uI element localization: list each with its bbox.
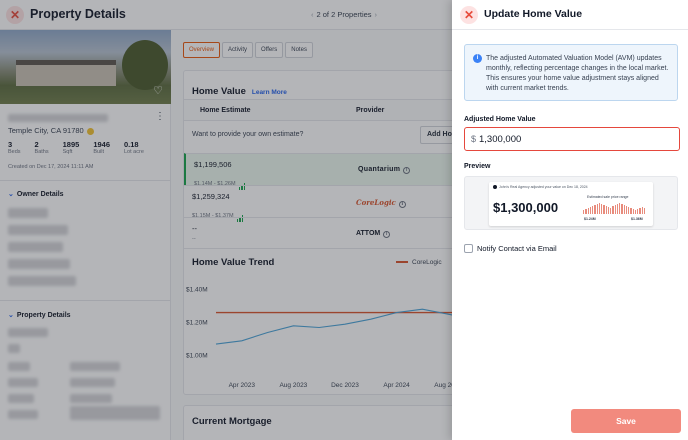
- range-tick: [605, 206, 607, 214]
- preview-card: John's Real Agency adjusted your value o…: [489, 182, 653, 226]
- preview-agency-line: John's Real Agency adjusted your value o…: [499, 185, 588, 189]
- info-icon: i: [473, 54, 482, 63]
- currency-symbol: $: [471, 134, 477, 144]
- range-tick: [641, 207, 643, 214]
- avm-info-text: The adjusted Automated Valuation Model (…: [486, 55, 669, 92]
- range-tick: [596, 204, 598, 214]
- notify-contact-checkbox[interactable]: [464, 244, 473, 253]
- range-tick: [592, 206, 594, 214]
- range-tick: [619, 203, 621, 214]
- preview-range-title: Estimated sale price range: [587, 195, 629, 199]
- preview-range-low: $1.24M: [584, 217, 596, 221]
- preview-range-high: $1.36M: [631, 217, 643, 221]
- preview-value: $1,300,000: [493, 200, 559, 215]
- range-tick: [594, 205, 596, 214]
- range-tick: [583, 210, 585, 214]
- range-tick: [643, 208, 645, 214]
- range-tick: [621, 204, 623, 214]
- avm-info-box: i The adjusted Automated Valuation Model…: [464, 44, 678, 101]
- range-tick: [616, 204, 618, 214]
- range-tick: [637, 209, 639, 214]
- range-tick: [628, 207, 630, 214]
- app-root: ✕ Property Details ‹ 2 of 2 Properties › ♡…: [0, 0, 688, 440]
- range-tick: [614, 205, 616, 214]
- range-tick: [612, 206, 614, 214]
- range-tick: [603, 205, 605, 214]
- range-tick: [625, 206, 627, 214]
- range-tick: [630, 208, 632, 214]
- range-tick: [587, 208, 589, 214]
- close-icon[interactable]: ✕: [460, 6, 478, 24]
- preview-range-bar: [583, 203, 645, 214]
- agency-avatar: [493, 185, 497, 189]
- range-tick: [639, 208, 641, 214]
- drawer-title: Update Home Value: [484, 8, 583, 20]
- adjusted-home-value-label: Adjusted Home Value: [464, 116, 536, 123]
- range-tick: [598, 203, 600, 214]
- preview-label: Preview: [464, 163, 491, 170]
- range-tick: [589, 207, 591, 214]
- range-tick: [632, 209, 634, 214]
- range-tick: [585, 209, 587, 214]
- range-tick: [601, 204, 603, 214]
- drawer-header: ✕ Update Home Value: [452, 0, 688, 30]
- adjusted-home-value-field[interactable]: $: [464, 127, 680, 151]
- update-home-value-drawer: ✕ Update Home Value i The adjusted Autom…: [452, 0, 688, 440]
- range-tick: [623, 205, 625, 214]
- preview-box: John's Real Agency adjusted your value o…: [464, 176, 678, 230]
- range-tick: [634, 210, 636, 214]
- adjusted-home-value-input[interactable]: [479, 131, 669, 147]
- notify-contact-label[interactable]: Notify Contact via Email: [477, 244, 557, 253]
- range-tick: [607, 207, 609, 214]
- range-tick: [610, 208, 612, 214]
- save-button[interactable]: Save: [571, 409, 681, 433]
